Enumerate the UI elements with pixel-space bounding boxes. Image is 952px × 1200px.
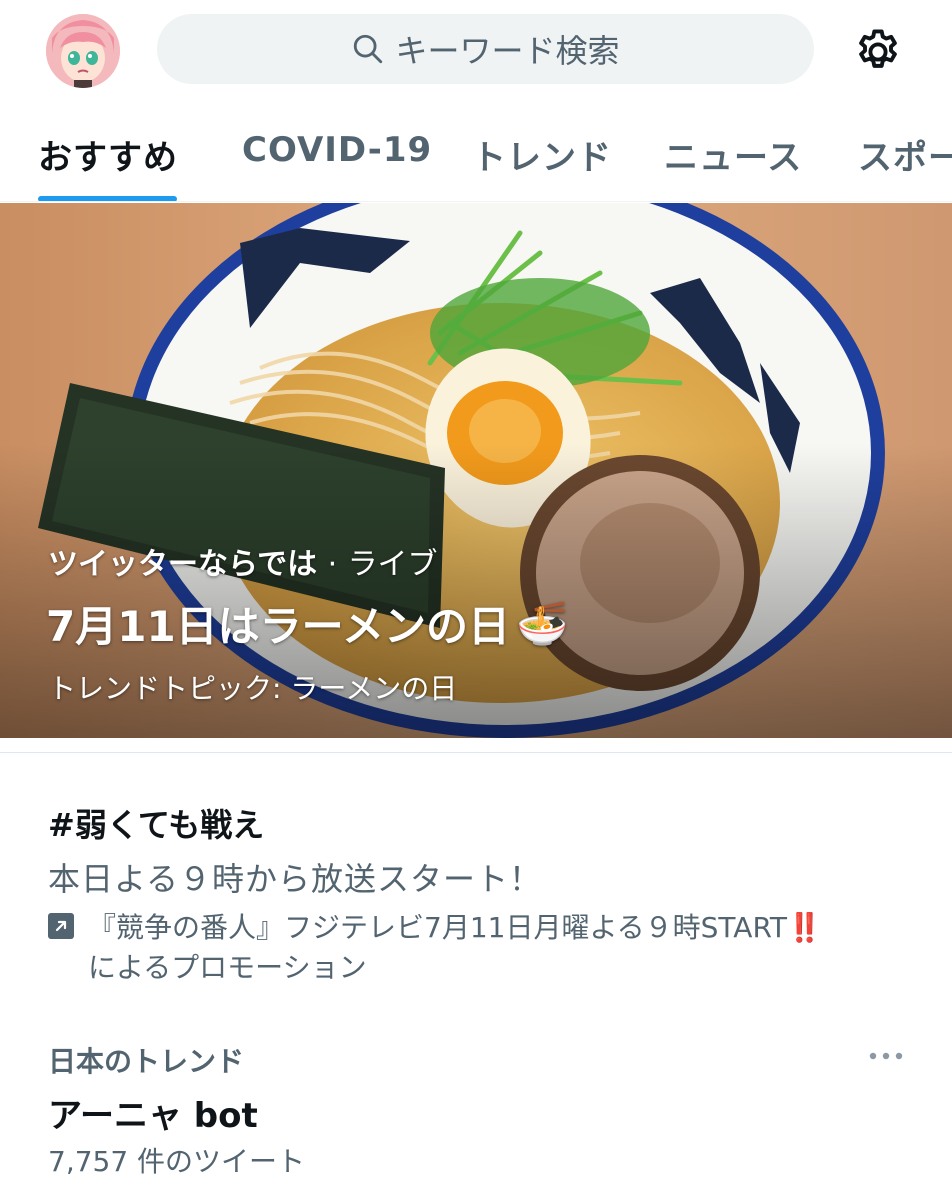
tab-covid19[interactable]: COVID-19	[242, 130, 432, 170]
user-avatar[interactable]	[46, 14, 120, 88]
promoted-description: 本日よる９時から放送スタート！	[48, 860, 543, 898]
tab-news[interactable]: ニュース	[664, 130, 802, 179]
trend-context: 日本のトレンド	[48, 1045, 245, 1078]
double-exclamation-icon: ‼️	[787, 911, 822, 944]
hero-subtitle: トレンドトピック: ラーメンの日	[48, 672, 458, 705]
hero-live-label: ライブ	[347, 547, 438, 582]
search-icon	[354, 34, 383, 64]
search-placeholder: キーワード検索	[395, 32, 620, 70]
hero-gradient	[0, 203, 952, 738]
ramen-emoji-icon: 🍜	[516, 598, 569, 648]
search-bar[interactable]: キーワード検索	[157, 14, 814, 84]
hero-context-label: ツイッターならでは	[48, 547, 318, 582]
promoted-icon	[48, 913, 74, 939]
explore-tabs: おすすめ COVID-19 トレンド ニュース スポー	[0, 100, 952, 202]
hero-trend-card[interactable]: ツイッターならでは · ライブ 7月11日はラーメンの日 🍜 トレンドトピック:…	[0, 203, 952, 738]
explore-page: キーワード検索 おすすめ COVID-19 トレンド ニュース スポー	[0, 0, 952, 1200]
hero-title: 7月11日はラーメンの日 🍜	[46, 593, 568, 654]
tab-trending[interactable]: トレンド	[472, 130, 612, 179]
tab-sports[interactable]: スポー	[858, 130, 952, 179]
hero-title-text: 7月11日はラーメンの日	[46, 602, 510, 651]
trend-tweet-count: 7,757 件のツイート	[48, 1145, 306, 1178]
trend-name[interactable]: アーニャ bot	[48, 1088, 258, 1137]
section-divider	[0, 752, 952, 753]
promoter-text: 『競争の番人』フジテレビ7月11日月曜よる９時START	[88, 911, 787, 944]
hero-separator: ·	[327, 547, 338, 582]
promoted-by-line: 『競争の番人』フジテレビ7月11日月曜よる９時START‼️	[48, 906, 822, 946]
promoted-label: によるプロモーション	[88, 951, 367, 984]
more-options-icon[interactable]	[866, 1044, 906, 1068]
tab-recommended[interactable]: おすすめ	[38, 130, 178, 179]
active-tab-indicator	[38, 196, 177, 201]
promoted-hashtag[interactable]: #弱くても戦え	[48, 800, 264, 846]
gear-icon[interactable]	[852, 26, 904, 78]
top-bar: キーワード検索	[0, 0, 952, 100]
hero-context: ツイッターならでは · ライブ	[48, 539, 438, 583]
promoter-name: 『競争の番人』フジテレビ7月11日月曜よる９時START‼️	[88, 906, 822, 946]
avatar-image	[46, 14, 120, 88]
